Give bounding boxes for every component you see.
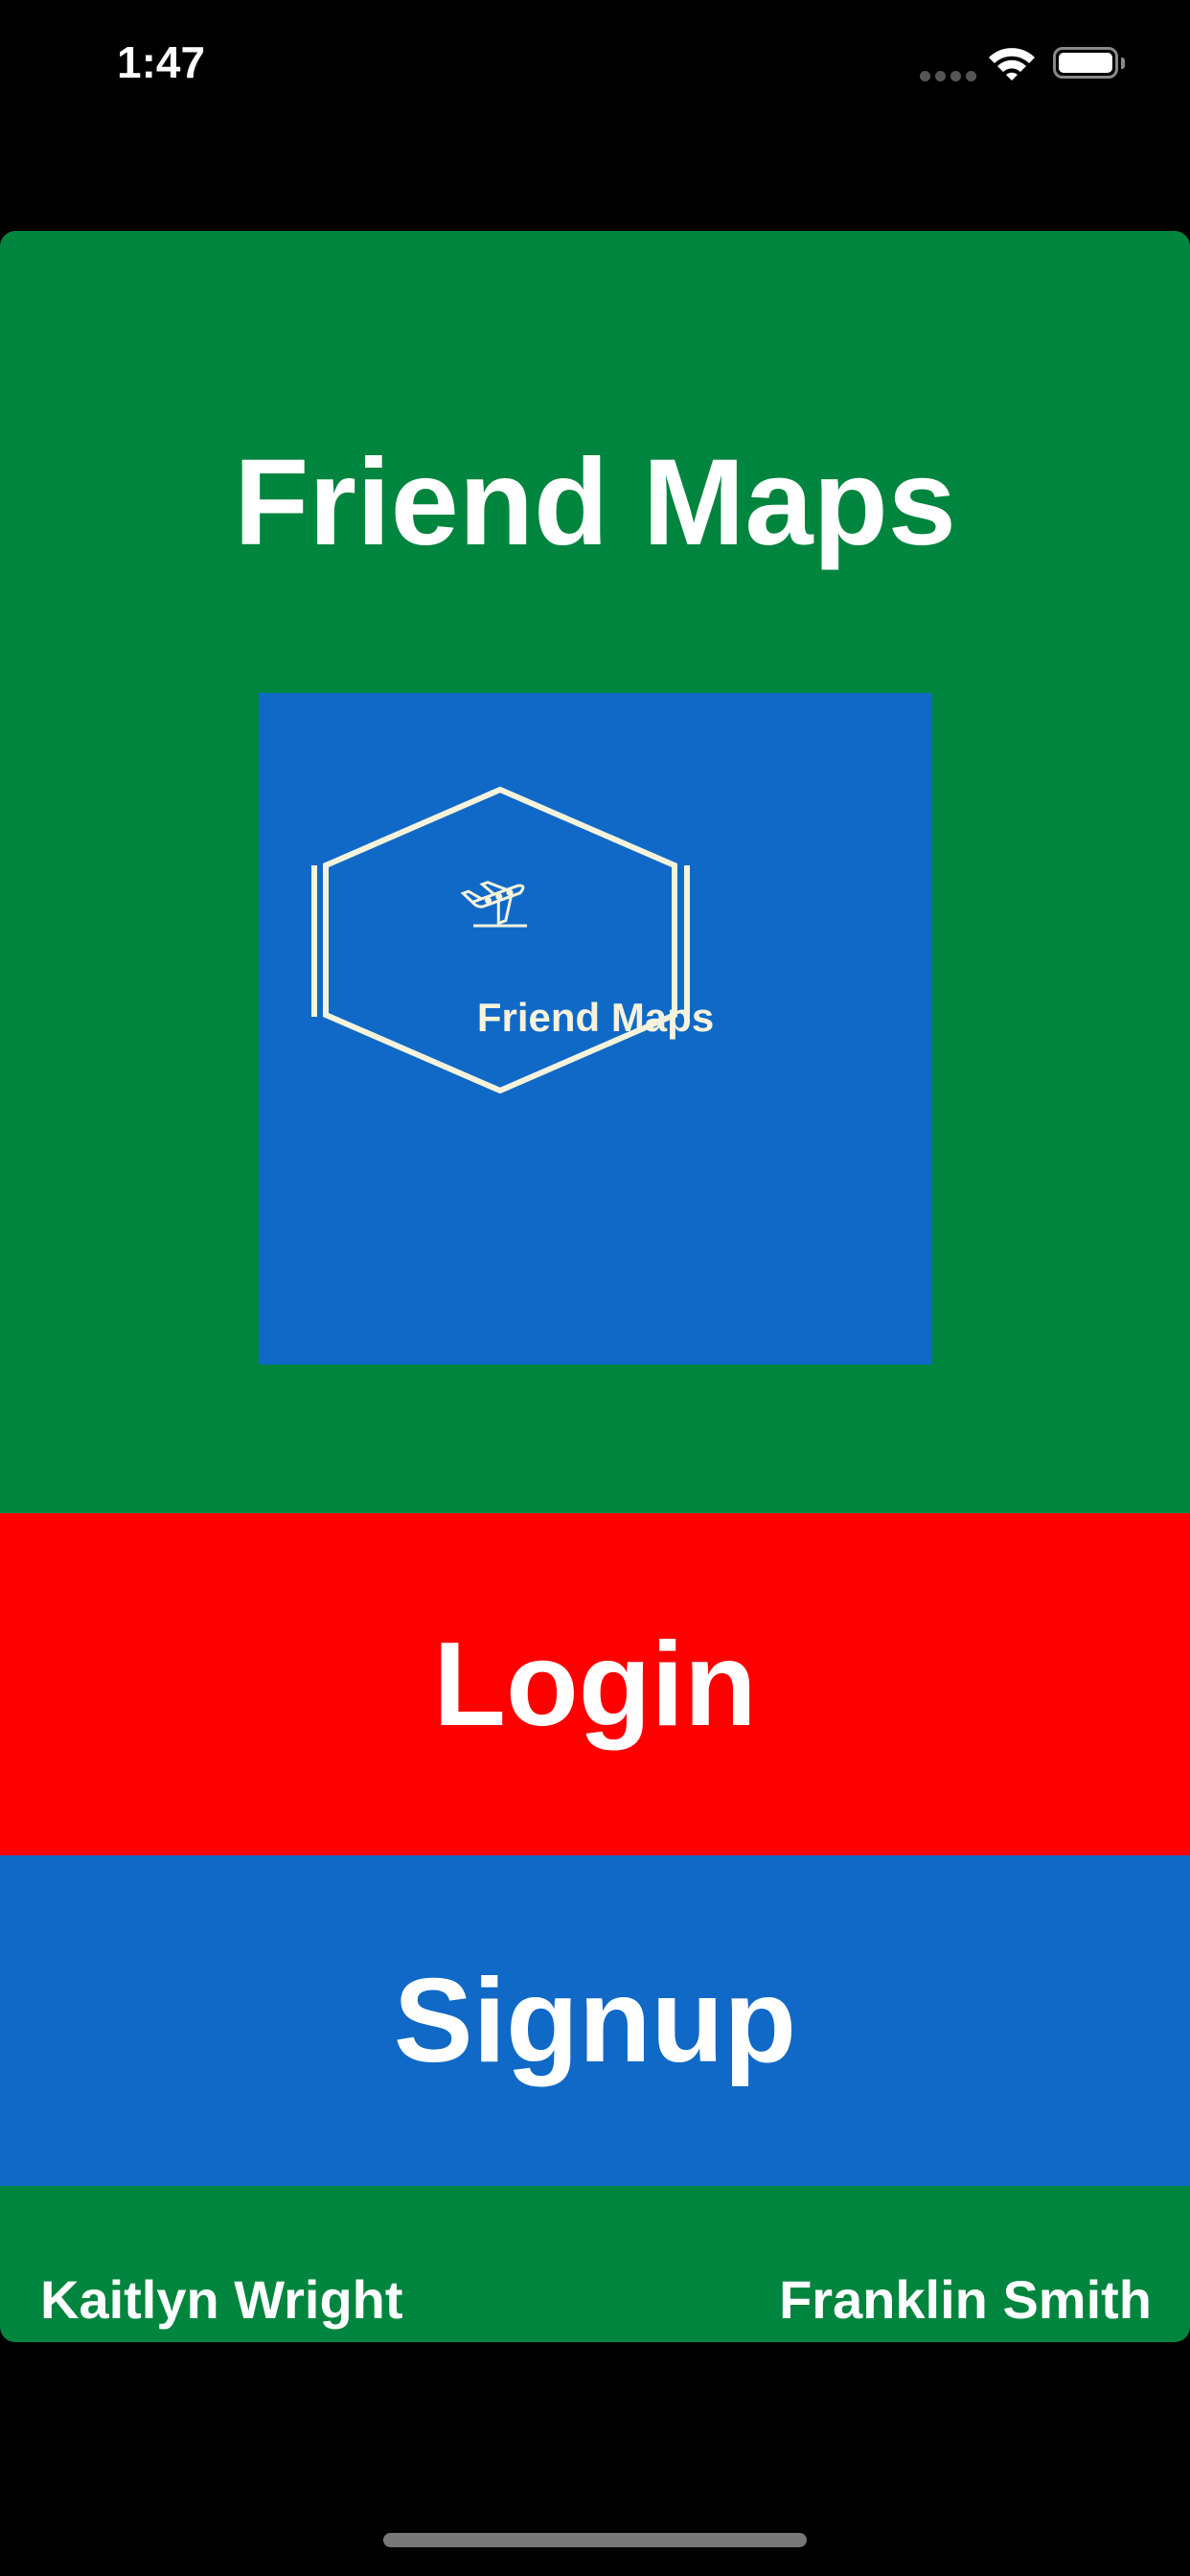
status-time: 1:47 (117, 37, 206, 87)
cellular-signal-icon (920, 71, 976, 81)
logo-hexagon (323, 786, 677, 1094)
home-indicator[interactable] (383, 2533, 807, 2547)
battery-tip (1121, 58, 1125, 69)
author-name-left: Kaitlyn Wright (40, 2269, 403, 2330)
signup-button[interactable]: Signup (0, 1855, 1190, 2186)
logo-text: Friend Maps (476, 995, 715, 1040)
airplane-icon (460, 881, 525, 926)
battery-icon (1053, 47, 1118, 79)
app-title: Friend Maps (234, 434, 956, 571)
app-logo: Friend Maps (259, 693, 932, 1365)
wifi-icon (989, 48, 1035, 80)
author-name-right: Franklin Smith (779, 2269, 1152, 2330)
login-button[interactable]: Login (0, 1513, 1190, 1855)
welcome-card: Friend Maps Friend Maps Login Signup Kai… (0, 231, 1190, 2342)
